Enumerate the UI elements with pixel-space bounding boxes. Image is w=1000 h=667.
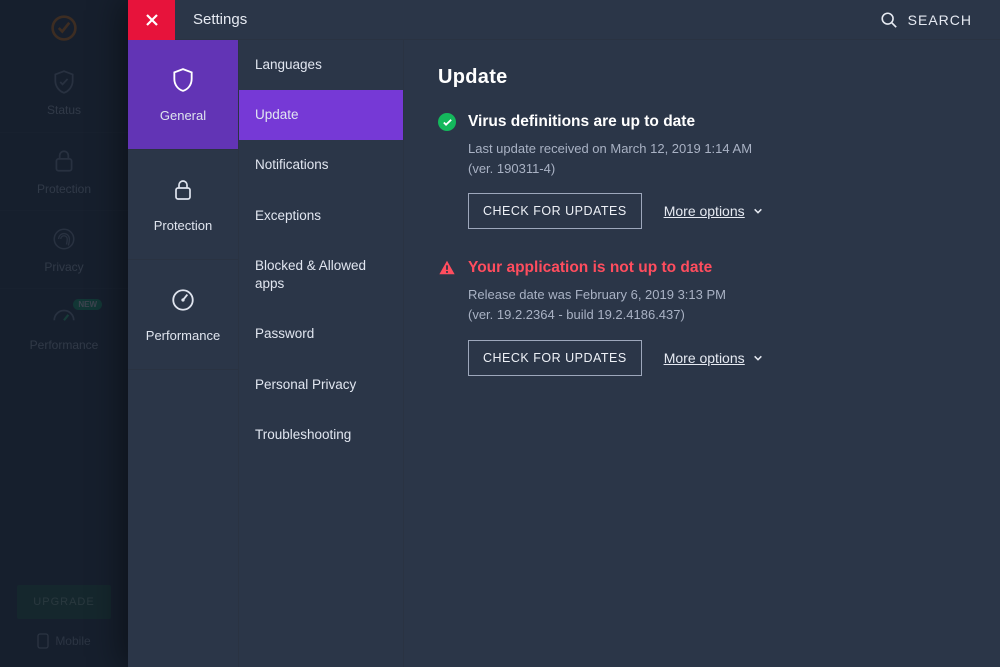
close-icon [145, 13, 159, 27]
settings-category-rail: General Protection Performance [128, 40, 239, 667]
virus-def-version: (ver. 190311-4) [468, 159, 966, 179]
rail-general[interactable]: General [128, 40, 238, 150]
submenu-update[interactable]: Update [239, 90, 403, 140]
submenu-personal-privacy[interactable]: Personal Privacy [239, 360, 403, 410]
settings-titlebar: Settings SEARCH [128, 0, 1000, 40]
virus-def-title: Virus definitions are up to date [468, 113, 695, 131]
submenu-notifications[interactable]: Notifications [239, 140, 403, 190]
submenu-blocked-allowed[interactable]: Blocked & Allowed apps [239, 241, 403, 309]
settings-panel: Settings SEARCH General Protection [128, 0, 1000, 667]
rail-protection[interactable]: Protection [128, 150, 238, 260]
status-warn-icon [438, 259, 456, 277]
app-version: (ver. 19.2.2364 - build 19.2.4186.437) [468, 305, 966, 325]
settings-title: Settings [175, 11, 247, 28]
check-updates-virus-button[interactable]: CHECK FOR UPDATES [468, 193, 642, 229]
app-update-section: Your application is not up to date Relea… [438, 259, 966, 375]
app-update-title: Your application is not up to date [468, 259, 712, 277]
more-options-virus[interactable]: More options [664, 203, 763, 219]
gauge-icon [169, 286, 197, 314]
content-panel: Update Virus definitions are up to date … [404, 40, 1000, 667]
submenu-troubleshooting[interactable]: Troubleshooting [239, 410, 403, 460]
lock-icon [169, 176, 197, 204]
page-title: Update [438, 66, 966, 89]
close-button[interactable] [128, 0, 175, 40]
backdrop-overlay [0, 0, 128, 667]
submenu-password[interactable]: Password [239, 309, 403, 359]
virus-def-section: Virus definitions are up to date Last up… [438, 113, 966, 229]
search-label: SEARCH [908, 12, 972, 28]
rail-label: Protection [154, 218, 213, 233]
shield-outline-icon [169, 66, 197, 94]
app-release-date: Release date was February 6, 2019 3:13 P… [468, 285, 966, 305]
rail-label: General [160, 108, 206, 123]
chevron-down-icon [753, 353, 763, 363]
status-ok-icon [438, 113, 456, 131]
more-options-app[interactable]: More options [664, 350, 763, 366]
check-updates-app-button[interactable]: CHECK FOR UPDATES [468, 340, 642, 376]
rail-label: Performance [146, 328, 220, 343]
chevron-down-icon [753, 206, 763, 216]
search-button[interactable]: SEARCH [880, 11, 1000, 29]
submenu-languages[interactable]: Languages [239, 40, 403, 90]
rail-performance[interactable]: Performance [128, 260, 238, 370]
virus-def-last-update: Last update received on March 12, 2019 1… [468, 139, 966, 159]
search-icon [880, 11, 898, 29]
settings-submenu: Languages Update Notifications Exception… [239, 40, 404, 667]
submenu-exceptions[interactable]: Exceptions [239, 191, 403, 241]
